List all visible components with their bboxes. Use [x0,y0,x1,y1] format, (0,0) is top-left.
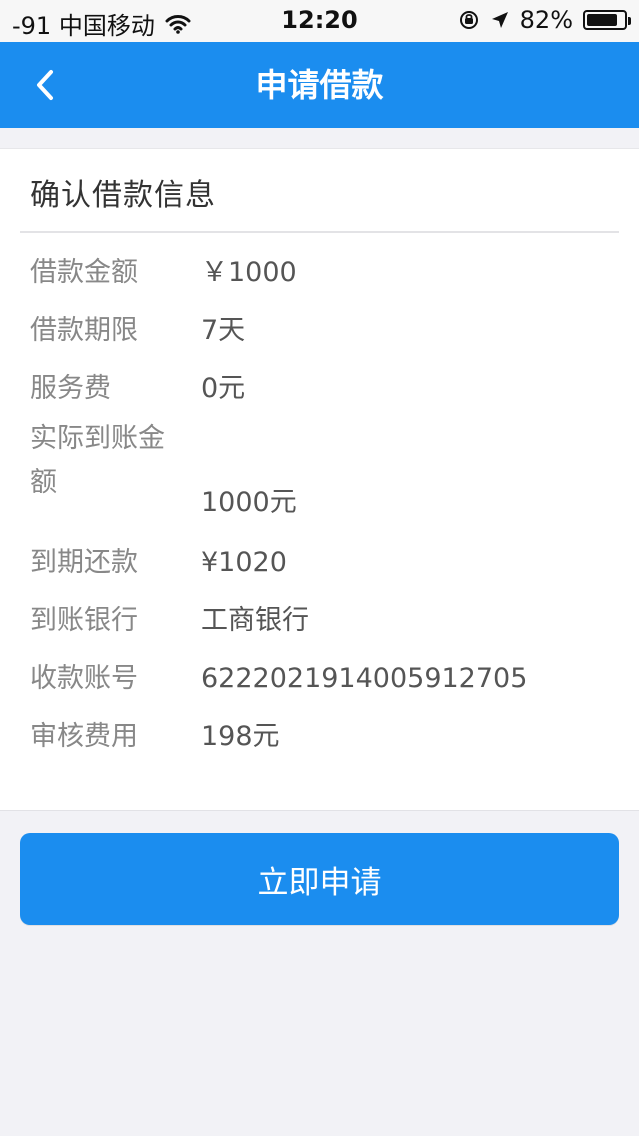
row-repayment: 到期还款 ¥1020 [0,531,639,589]
row-value: ¥1020 [201,547,287,578]
row-loan-amount: 借款金额 ￥1000 [0,241,639,299]
status-bar: -91 中国移动 12:20 82% [0,0,639,42]
row-label: 审核费用 [30,721,138,752]
row-review-fee: 审核费用 198元 [0,705,639,763]
orientation-lock-icon [459,11,478,29]
row-label: 收款账号 [30,663,138,694]
row-value: 7天 [201,315,246,346]
info-rows: 借款金额 ￥1000 借款期限 7天 服务费 0元 实际到账金额 1000元 到… [0,241,639,763]
status-right: 82% [458,6,631,34]
card-title: 确认借款信息 [30,178,216,213]
row-bank: 到账银行 工商银行 [0,589,639,647]
chevron-left-icon [37,70,53,100]
card-divider [20,231,619,233]
row-value: 0元 [201,373,246,404]
row-label: 借款金额 [30,257,138,288]
row-label: 到账银行 [30,605,138,636]
row-value: 1000元 [201,487,297,518]
apply-now-button[interactable]: 立即申请 [20,833,619,925]
row-label: 实际到账金额 [30,423,165,498]
battery-level [587,14,617,26]
page-title: 申请借款 [255,66,384,104]
battery-icon [583,10,631,30]
battery-percentage: 82% [519,6,573,34]
location-arrow-icon [491,12,508,28]
nav-bar: 申请借款 [0,42,639,128]
row-label: 借款期限 [30,315,138,346]
row-value: 6222021914005912705 [201,663,528,694]
loan-info-card: 确认借款信息 借款金额 ￥1000 借款期限 7天 服务费 0元 实际到账金额 … [0,148,639,811]
row-account-number: 收款账号 6222021914005912705 [0,647,639,705]
row-actual-amount: 实际到账金额 1000元 [0,415,639,531]
row-service-fee: 服务费 0元 [0,357,639,415]
row-value: ￥1000 [201,257,297,288]
back-button[interactable] [20,60,70,110]
row-label: 服务费 [30,373,111,404]
row-value: 198元 [201,721,280,752]
row-loan-term: 借款期限 7天 [0,299,639,357]
row-value: 工商银行 [201,605,309,636]
row-label: 到期还款 [30,547,138,578]
